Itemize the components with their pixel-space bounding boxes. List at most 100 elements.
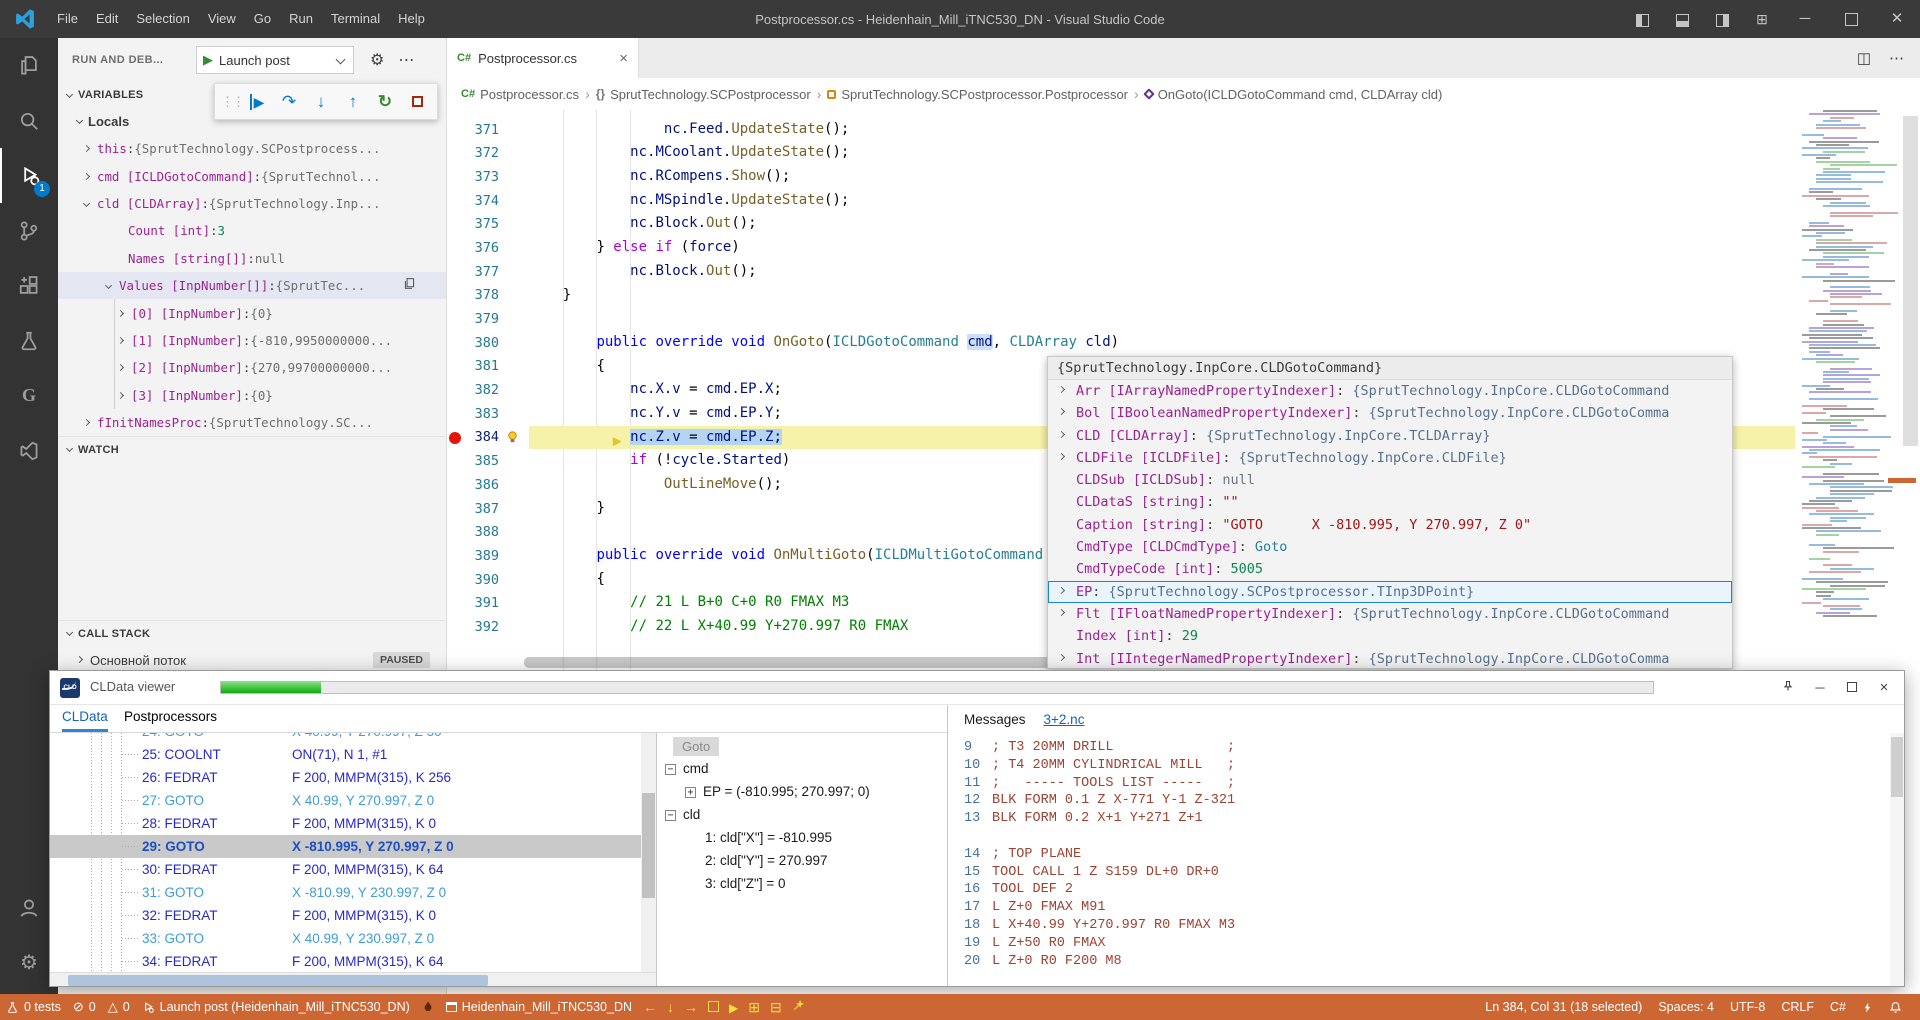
cld-command-row[interactable]: 25: COOLNTON(71), N 1, #1 xyxy=(50,743,656,766)
popup-property-row[interactable]: Int [IIntegerNamedPropertyIndexer]: {Spr… xyxy=(1048,648,1732,669)
twistie-icon[interactable] xyxy=(83,200,90,207)
code-line[interactable]: 373nc.RCompens.Show(); xyxy=(447,165,1795,189)
status-window[interactable]: Heidenhain_Mill_iTNC530_DN xyxy=(440,994,638,1020)
customize-layout-icon[interactable]: ⊞ xyxy=(1742,0,1782,38)
status-warning[interactable]: △0 xyxy=(102,994,136,1020)
variable-row[interactable]: [3] [InpNumber]: {0} xyxy=(58,382,446,409)
glyph-margin[interactable] xyxy=(447,615,463,639)
cld-command-row[interactable]: 28: FEDRATF 200, MMPM(315), K 0 xyxy=(50,812,656,835)
line-content[interactable]: nc.Feed.UpdateState(); xyxy=(529,118,1795,142)
line-number[interactable]: 371 xyxy=(463,122,499,138)
glyph-margin[interactable] xyxy=(447,260,463,284)
activity-extensions[interactable] xyxy=(0,258,58,313)
line-number[interactable]: 381 xyxy=(463,358,499,374)
line-number[interactable]: 390 xyxy=(463,572,499,588)
glyph-margin[interactable] xyxy=(447,568,463,592)
status-c#[interactable]: C# xyxy=(1822,994,1854,1020)
status-arrow-left[interactable]: ← xyxy=(638,999,662,1015)
lightbulb-icon[interactable] xyxy=(505,430,520,450)
tree-horizontal-scrollbar[interactable] xyxy=(50,972,656,987)
line-content[interactable]: nc.Block.Out(); xyxy=(529,212,1795,236)
code-line[interactable]: 370else xyxy=(447,110,1795,118)
close-tab-icon[interactable]: × xyxy=(619,50,628,67)
glyph-margin[interactable] xyxy=(447,497,463,521)
continue-button[interactable]: ▶ xyxy=(243,92,271,112)
expand-icon[interactable]: + xyxy=(685,787,696,798)
code-line[interactable]: 371 nc.Feed.UpdateState(); xyxy=(447,118,1795,142)
copy-value-icon[interactable] xyxy=(403,277,416,293)
glyph-margin[interactable] xyxy=(447,378,463,402)
twistie-icon[interactable] xyxy=(1058,654,1065,661)
twistie-icon[interactable] xyxy=(1058,386,1065,393)
cldata-tab-cldata[interactable]: CLData xyxy=(62,705,108,732)
line-number[interactable]: 387 xyxy=(463,501,499,517)
toggle-secondary-sidebar-icon[interactable] xyxy=(1702,0,1742,38)
glyph-margin[interactable] xyxy=(447,284,463,308)
cldata-title-bar[interactable]: CLD CLData viewer ─ × xyxy=(50,671,1904,705)
line-number[interactable]: 391 xyxy=(463,595,499,611)
line-number[interactable]: 384 xyxy=(463,429,499,445)
cld-command-row[interactable]: 30: FEDRATF 200, MMPM(315), K 64 xyxy=(50,858,656,881)
goto-tree-node[interactable]: −cld xyxy=(665,803,700,826)
call-stack-section-header[interactable]: CALL STACK xyxy=(58,620,446,646)
status-wand[interactable] xyxy=(787,999,810,1015)
glyph-margin[interactable] xyxy=(447,141,463,165)
variable-row[interactable]: this: {SprutTechnology.SCPostprocess... xyxy=(58,135,446,162)
configure-gear-icon[interactable]: ⚙ xyxy=(370,50,384,70)
status-minus-box[interactable]: ⊟ xyxy=(765,999,787,1016)
code-line[interactable]: 379 xyxy=(447,307,1795,331)
menu-help[interactable]: Help xyxy=(389,0,434,38)
twistie-icon[interactable] xyxy=(83,419,90,426)
glyph-margin[interactable] xyxy=(447,165,463,189)
collapse-icon[interactable]: − xyxy=(665,764,676,775)
line-content[interactable]: nc.Block.Out(); xyxy=(529,260,1795,284)
scrollbar-thumb[interactable] xyxy=(1903,116,1918,446)
code-line[interactable]: 372nc.MCoolant.UpdateState(); xyxy=(447,141,1795,165)
line-number[interactable]: 379 xyxy=(463,311,499,327)
line-content[interactable]: } else if (force) xyxy=(529,236,1795,260)
popup-property-row[interactable]: CmdType [CLDCmdType]: Goto xyxy=(1048,536,1732,558)
line-number[interactable]: 380 xyxy=(463,335,499,351)
glyph-margin[interactable] xyxy=(447,426,463,450)
popup-property-row[interactable]: Flt [IFloatNamedPropertyIndexer]: {Sprut… xyxy=(1048,603,1732,625)
goto-tree-node[interactable]: 2: cld["Y"] = 270.997 xyxy=(705,849,828,872)
line-number[interactable]: 375 xyxy=(463,216,499,232)
editor-more-actions-icon[interactable]: ⋯ xyxy=(1889,49,1904,67)
toggle-panel-icon[interactable] xyxy=(1662,0,1702,38)
cld-command-row[interactable]: 32: FEDRATF 200, MMPM(315), K 0 xyxy=(50,904,656,927)
breadcrumb-item[interactable]: {}SprutTechnology.SCPostprocessor xyxy=(596,87,811,102)
breakpoint-icon[interactable] xyxy=(449,432,461,444)
cldata-tab-postprocessors[interactable]: Postprocessors xyxy=(124,705,217,732)
status-utf-8[interactable]: UTF-8 xyxy=(1722,994,1773,1020)
activity-source-control[interactable] xyxy=(0,203,58,258)
line-number[interactable]: 392 xyxy=(463,619,499,635)
twistie-icon[interactable] xyxy=(117,337,124,344)
activity-test-beaker[interactable] xyxy=(0,313,58,368)
status-beaker[interactable]: 0 tests xyxy=(0,994,67,1020)
goto-tree-node[interactable]: −cmd xyxy=(665,757,709,780)
cldata-close-button[interactable]: × xyxy=(1870,675,1898,700)
menu-run[interactable]: Run xyxy=(280,0,322,38)
messages-title[interactable]: Messages xyxy=(964,712,1026,727)
breadcrumb-item[interactable]: SprutTechnology.SCPostprocessor.Postproc… xyxy=(827,87,1128,102)
maximize-button[interactable] xyxy=(1828,0,1874,38)
status-debug[interactable]: Launch post (Heidenhain_Mill_iTNC530_DN) xyxy=(136,994,416,1020)
twistie-icon[interactable] xyxy=(117,364,124,371)
popup-property-row[interactable]: Bol [IBooleanNamedPropertyIndexer]: {Spr… xyxy=(1048,402,1732,424)
status-arrow-right[interactable]: → xyxy=(679,999,703,1015)
line-number[interactable]: 373 xyxy=(463,169,499,185)
cld-command-row[interactable]: 29: GOTOX -810.995, Y 270.997, Z 0 xyxy=(50,835,656,858)
minimap[interactable] xyxy=(1798,110,1886,619)
popup-property-row[interactable]: CmdTypeCode [int]: 5005 xyxy=(1048,558,1732,580)
menu-go[interactable]: Go xyxy=(245,0,280,38)
status-arrow-down[interactable]: ↓ xyxy=(662,999,679,1015)
breadcrumb-item[interactable]: OnGoto(ICLDGotoCommand cmd, CLDArray cld… xyxy=(1145,87,1443,102)
collapse-icon[interactable]: − xyxy=(665,810,676,821)
activity-visual-studio[interactable] xyxy=(0,423,58,478)
line-number[interactable]: 385 xyxy=(463,453,499,469)
status-ln-384-col-31-18-selected-[interactable]: Ln 384, Col 31 (18 selected) xyxy=(1477,994,1650,1020)
menu-edit[interactable]: Edit xyxy=(87,0,127,38)
glyph-margin[interactable] xyxy=(447,520,463,544)
variable-row[interactable]: Count [int]: 3 xyxy=(58,217,446,244)
tree-vertical-scrollbar[interactable] xyxy=(641,733,656,972)
